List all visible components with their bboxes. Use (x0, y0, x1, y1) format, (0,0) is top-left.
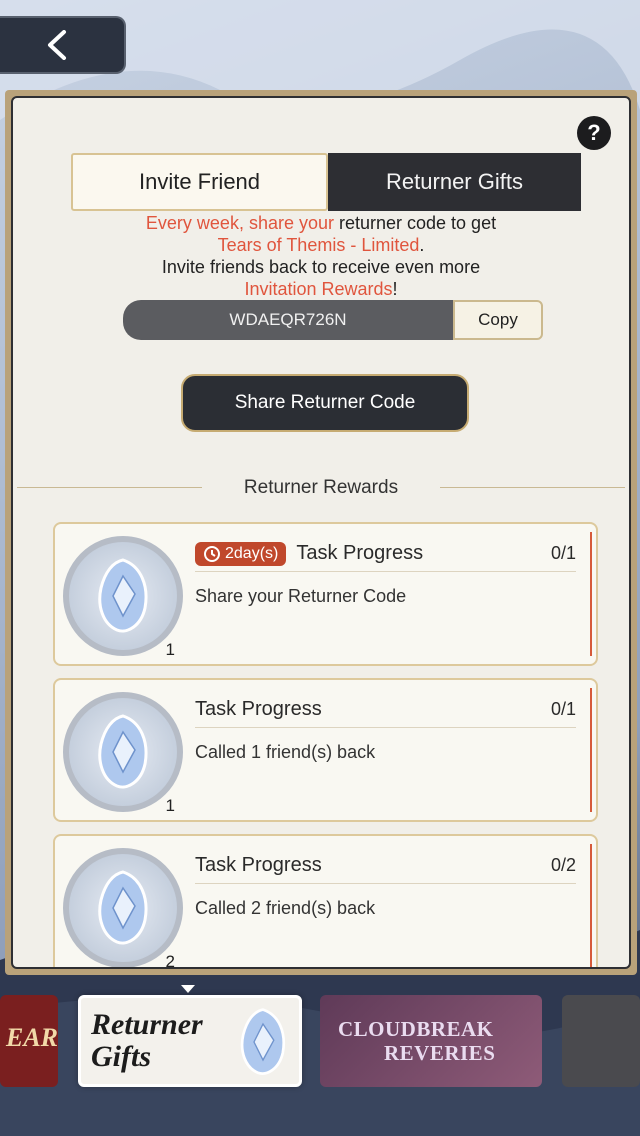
reward-item[interactable]: 2 (63, 848, 183, 969)
card-edge-accent (590, 844, 592, 967)
banner-cloud-line1: CLOUDBREAK (338, 1017, 494, 1041)
crystal-icon (98, 558, 148, 633)
tab-invite-friend[interactable]: Invite Friend (71, 153, 328, 211)
intro-text-4: ! (392, 279, 398, 299)
reward-count: 1 (165, 796, 175, 815)
help-button[interactable]: ? (577, 116, 611, 150)
crystal-icon (240, 1008, 285, 1075)
banner-title-line1: Returner (91, 1008, 203, 1041)
intro-text-1: returner code to get (333, 213, 497, 233)
task-title: Task Progress (296, 542, 424, 564)
intro-highlight-2: Tears of Themis - Limited (217, 235, 420, 255)
copy-button[interactable]: Copy (453, 300, 543, 340)
banner-previous[interactable]: EAR (0, 995, 58, 1087)
task-card: 1 Task Progress 0/1 Called 1 friend(s) b… (53, 678, 598, 822)
task-title: Task Progress (195, 854, 322, 876)
task-header: 2day(s) Task Progress 0/1 (195, 536, 576, 572)
task-description: Called 2 friend(s) back (195, 898, 376, 918)
reward-item[interactable]: 1 (63, 692, 183, 815)
returner-code-row: WDAEQR726N Copy (123, 300, 543, 340)
timer-text: 2day(s) (225, 544, 279, 562)
tab-bar: Invite Friend Returner Gifts (71, 153, 581, 211)
intro-text-2: . (419, 235, 425, 255)
reward-count: 2 (165, 952, 175, 969)
share-returner-code-button[interactable]: Share Returner Code (181, 374, 469, 432)
tab-returner-gifts[interactable]: Returner Gifts (328, 153, 581, 211)
card-edge-accent (590, 532, 592, 656)
task-description: Called 1 friend(s) back (195, 742, 376, 762)
task-card: 2 Task Progress 0/2 Called 2 friend(s) b… (53, 834, 598, 969)
back-button[interactable] (0, 16, 126, 74)
banner-next[interactable] (562, 995, 640, 1087)
intro-highlight-4: Invitation Rewards (244, 279, 393, 299)
timer-badge: 2day(s) (195, 541, 287, 566)
crystal-icon (98, 870, 148, 945)
task-header: Task Progress 0/2 (195, 848, 576, 884)
banner-cloud-line2: REVERIES (384, 1041, 496, 1065)
card-edge-accent (590, 688, 592, 812)
task-progress: 0/1 (550, 699, 576, 719)
crystal-icon (98, 714, 148, 789)
chevron-left-icon (48, 30, 66, 60)
reward-count: 1 (165, 640, 175, 659)
task-title: Task Progress (195, 698, 322, 720)
invite-description: Every week, share your returner code to … (13, 212, 629, 300)
clock-icon (204, 545, 220, 562)
invite-panel-content: ? Invite Friend Returner Gifts Every wee… (11, 96, 631, 969)
reward-item[interactable]: 1 (63, 536, 183, 659)
banner-title-line2: Gifts (91, 1040, 151, 1073)
section-title: Returner Rewards (13, 473, 629, 503)
intro-text-3: Invite friends back to receive even more (161, 257, 481, 277)
returner-code-value: WDAEQR726N (123, 300, 453, 340)
selected-indicator-icon (181, 985, 195, 993)
banner-previous-title: EAR (6, 1023, 58, 1052)
intro-highlight-1: Every week, share your (145, 213, 334, 233)
banner-cloudbreak-reveries[interactable]: CLOUDBREAK REVERIES (320, 995, 542, 1087)
invite-panel: ? Invite Friend Returner Gifts Every wee… (5, 90, 637, 975)
task-description: Share your Returner Code (195, 586, 407, 606)
banner-returner-gifts[interactable]: Returner Gifts (78, 995, 302, 1087)
task-header: Task Progress 0/1 (195, 692, 576, 728)
task-card: 1 2day(s) Task Progress 0/1 Share your R… (53, 522, 598, 666)
task-list: 1 2day(s) Task Progress 0/1 Share your R… (53, 522, 598, 969)
task-progress: 0/1 (550, 543, 576, 563)
help-icon: ? (587, 120, 601, 145)
event-banner-bar: EAR Returner Gifts CLOUDBREAK REVERIES (0, 985, 640, 1135)
task-progress: 0/2 (550, 855, 576, 875)
